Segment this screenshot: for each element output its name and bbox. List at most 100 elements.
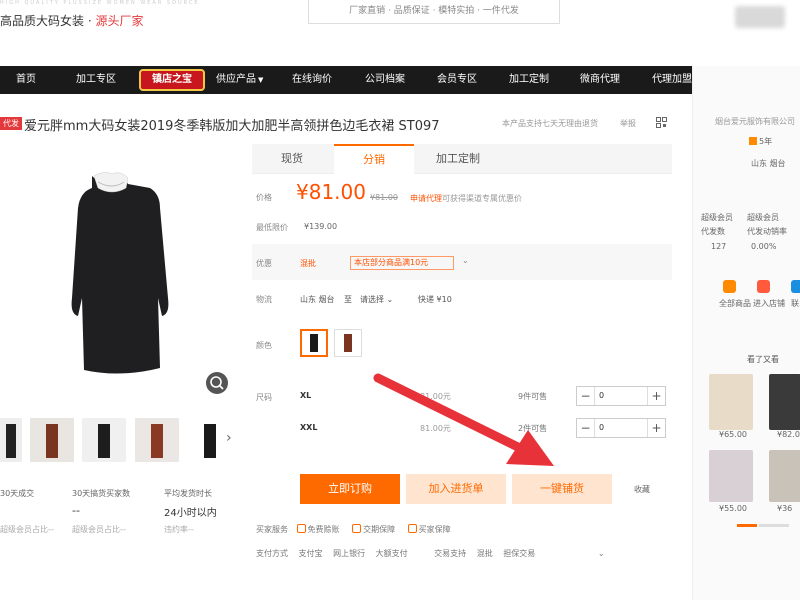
- store-icon[interactable]: [757, 280, 770, 293]
- nav-item-supply[interactable]: 供应产品 ▼: [216, 66, 263, 94]
- price-label: 价格: [256, 193, 272, 202]
- promo-mixed-batch: 混批: [300, 259, 316, 268]
- stat-value: --: [72, 504, 80, 517]
- thumbnail-strip: ›: [0, 418, 240, 464]
- return-policy-note: 本产品支持七天无理由退货: [502, 119, 598, 128]
- apply-agent-text: 申请代理可获得渠道专属优惠价: [410, 193, 522, 204]
- pay-item: 支付宝: [298, 549, 323, 558]
- dress-illustration: [71, 172, 169, 374]
- quantity-value[interactable]: 0: [599, 423, 604, 432]
- brand-text: 高品质大码女装 · 源头厂家: [0, 12, 143, 29]
- tab-in-stock[interactable]: 现货: [252, 144, 332, 174]
- service-item-label: 免费赊账: [307, 525, 340, 534]
- thumbnail[interactable]: [135, 418, 179, 462]
- trade-item: 担保交易: [503, 549, 536, 558]
- buyer-services-row: 买家服务 免费赊账 交期保障 买家保障: [256, 524, 451, 535]
- nav-item-company[interactable]: 公司档案: [365, 66, 405, 94]
- favorite-button[interactable]: 收藏: [634, 484, 650, 495]
- stat-label: 平均发货时长: [164, 489, 212, 498]
- nav-item-home[interactable]: 首页: [16, 66, 36, 94]
- caret-down-icon: ▼: [258, 76, 264, 84]
- order-now-button[interactable]: 立即订购: [300, 474, 400, 504]
- ship-destination-select[interactable]: 请选择 ⌄: [360, 294, 393, 305]
- color-option-black[interactable]: [300, 329, 328, 357]
- product-title: 爱元胖mm大码女装2019冬季韩版加大加肥半高领拼色边毛衣裙 ST097: [24, 119, 440, 134]
- chat-icon[interactable]: [791, 280, 800, 293]
- size-name: XXL: [300, 423, 318, 432]
- quantity-stepper: − 0 +: [576, 386, 666, 406]
- recommend-price: ¥65.00: [719, 430, 747, 439]
- quantity-value[interactable]: 0: [599, 391, 604, 400]
- tab-custom-processing[interactable]: 加工定制: [418, 144, 498, 174]
- recommend-price: ¥82.0: [777, 430, 800, 439]
- recommend-thumb[interactable]: [709, 374, 753, 430]
- page: HIGH QUALITY PLUSSIZE WOMEN WEAR SOURCE …: [0, 0, 800, 600]
- apply-agent-link[interactable]: 申请代理: [410, 194, 442, 203]
- thumbnail[interactable]: [30, 418, 74, 462]
- add-to-cart-button[interactable]: 加入进货单: [406, 474, 506, 504]
- pay-item: 大额支付: [375, 549, 408, 558]
- metric-value: 127: [711, 242, 727, 251]
- nav-item-inquiry[interactable]: 在线询价: [292, 66, 332, 94]
- shield-icon: [352, 524, 362, 533]
- increment-button[interactable]: +: [647, 387, 665, 405]
- color-option-brown[interactable]: [334, 329, 362, 357]
- ship-express-fee: 快递 ¥10: [418, 295, 452, 304]
- nav-item-member[interactable]: 会员专区: [437, 66, 477, 94]
- carousel-indicator[interactable]: [737, 524, 757, 527]
- pay-label: 支付方式: [256, 549, 288, 558]
- trade-item: 混批: [476, 549, 493, 558]
- trade-label: 交易支持: [434, 549, 467, 558]
- shop-sidebar: 烟台爱元服饰有限公司 5年 山东 烟台 超级会员 代发数 127 超级会员 代发…: [692, 0, 800, 600]
- recommend-thumb[interactable]: [709, 450, 753, 502]
- contact-link[interactable]: 联系: [791, 298, 800, 309]
- stat-label: 30天成交: [0, 489, 35, 498]
- chevron-down-icon[interactable]: ⌄: [598, 549, 605, 558]
- services-label: 买家服务: [256, 525, 288, 534]
- nav-badge-treasure[interactable]: 镇店之宝: [139, 69, 205, 91]
- tab-distribution[interactable]: 分销: [334, 144, 414, 174]
- qrcode-icon[interactable]: [656, 117, 667, 128]
- service-item: 交期保障: [352, 524, 395, 534]
- carousel-indicator[interactable]: [759, 524, 789, 527]
- thumbnail[interactable]: [82, 418, 126, 462]
- dropship-tag: 代发: [0, 117, 22, 130]
- min-price-label: 最低限价: [256, 223, 288, 232]
- enter-shop-link[interactable]: 进入店铺: [753, 298, 785, 309]
- chevron-down-icon[interactable]: ⌄: [462, 256, 469, 265]
- company-name[interactable]: 烟台爱元服饰有限公司: [715, 116, 795, 127]
- promise-box: 厂家直销 · 品质保证 · 模特实拍 · 一件代发: [308, 0, 560, 24]
- nav-item-wechat-agent[interactable]: 微商代理: [580, 66, 620, 94]
- nav-item-custom[interactable]: 加工定制: [509, 66, 549, 94]
- promo-coupon[interactable]: 本店部分商品满10元: [350, 256, 454, 270]
- medal-icon: [749, 137, 757, 145]
- product-main-image[interactable]: [0, 148, 240, 400]
- recommend-thumb[interactable]: [769, 374, 800, 430]
- metric-label: 超级会员: [747, 213, 779, 222]
- blurred-logo: [735, 6, 785, 28]
- one-click-listing-button[interactable]: 一键铺货: [512, 474, 612, 504]
- magnifier-icon[interactable]: [206, 372, 228, 394]
- recommend-price: ¥36: [777, 504, 793, 513]
- metric-value: 0.00%: [751, 242, 777, 251]
- grid-icon[interactable]: [723, 280, 736, 293]
- service-item-label: 买家保障: [418, 525, 451, 534]
- nav-item-franchise[interactable]: 代理加盟: [652, 66, 692, 94]
- pay-item: 网上银行: [333, 549, 366, 558]
- min-price-value: ¥139.00: [304, 222, 338, 231]
- quantity-stepper: − 0 +: [576, 418, 666, 438]
- all-products-link[interactable]: 全部商品: [719, 298, 751, 309]
- recommend-price: ¥55.00: [719, 504, 747, 513]
- recommend-thumb[interactable]: [769, 450, 800, 502]
- nav-item-processing[interactable]: 加工专区: [76, 66, 116, 94]
- increment-button[interactable]: +: [647, 419, 665, 437]
- thumbnail[interactable]: [0, 418, 22, 462]
- shop-location: 山东 烟台: [751, 159, 786, 168]
- report-link[interactable]: 举报: [620, 118, 636, 129]
- purchase-tabs: 现货 分销 加工定制: [252, 144, 672, 174]
- stat-sub: 违约率--: [164, 525, 194, 534]
- size-name: XL: [300, 391, 312, 400]
- metric-label: 超级会员: [701, 213, 733, 222]
- chevron-right-icon[interactable]: ›: [226, 430, 232, 446]
- brand-highlight: 源头厂家: [95, 14, 144, 28]
